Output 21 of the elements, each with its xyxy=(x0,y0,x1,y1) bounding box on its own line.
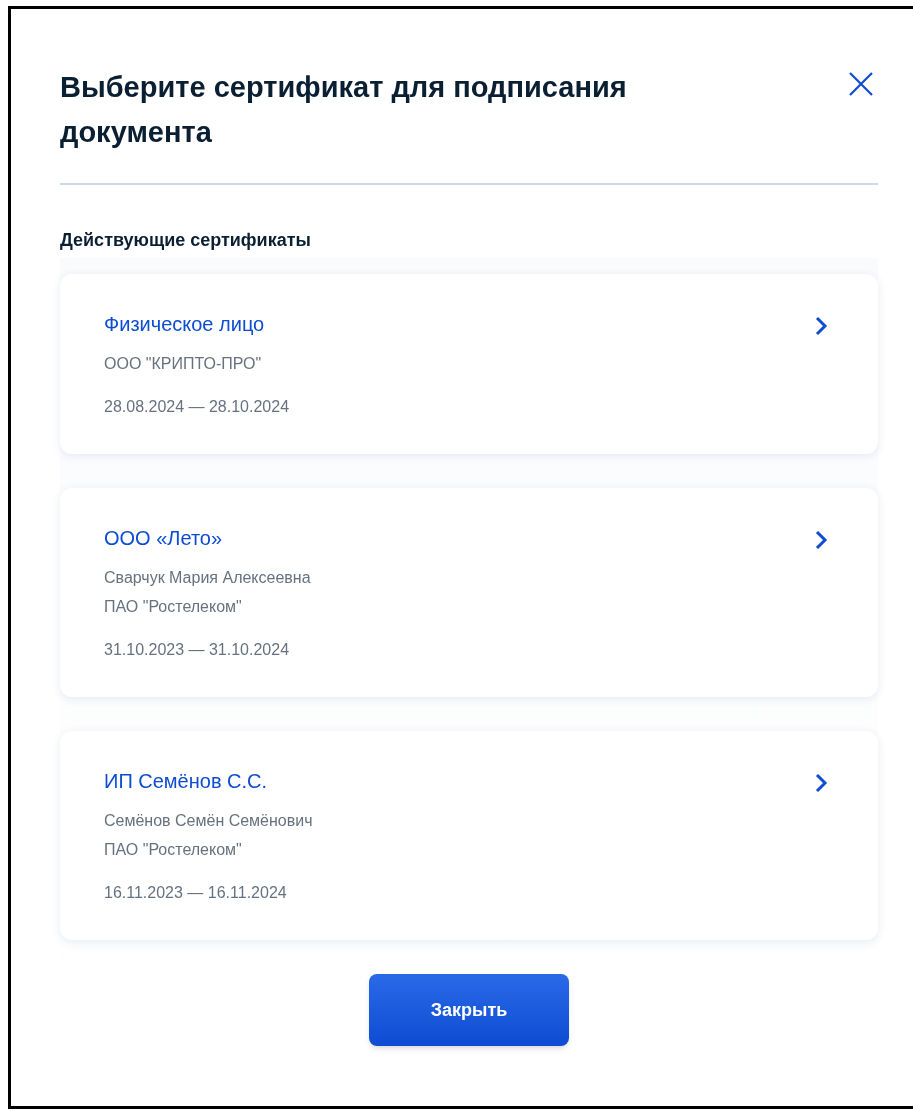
certificate-detail: ПАО "Ростелеком" xyxy=(104,597,243,617)
validity-dates: 16.11.2023 — 16.11.2024 xyxy=(104,883,288,903)
chevron-right-icon xyxy=(814,316,828,336)
close-icon xyxy=(848,71,874,97)
certificate-detail: Семёнов Семён Семёнович xyxy=(104,811,313,831)
chevron-right-icon xyxy=(814,530,828,550)
dialog-title: Выберите сертификат для подписания документа xyxy=(60,70,628,150)
section-heading: Действующие сертификаты xyxy=(60,229,312,252)
certificate-card[interactable]: Физическое лицо ООО "КРИПТО-ПРО" 28.08.2024 — 28.10.2024 xyxy=(60,274,878,454)
certificate-name: ИП Семёнов С.С. xyxy=(104,769,269,793)
close-button[interactable]: Закрыть xyxy=(369,974,569,1046)
certificate-detail: ООО "КРИПТО-ПРО" xyxy=(104,354,263,374)
certificate-card[interactable]: ООО «Лето» Сварчук Мария Алексеевна ПАО "Ростелеком" 31.10.2023 — 31.10.2024 xyxy=(60,488,878,697)
certificate-name: Физическое лицо xyxy=(104,312,266,336)
chevron-right-icon xyxy=(814,773,828,793)
validity-dates: 31.10.2023 — 31.10.2024 xyxy=(104,640,291,660)
certificate-card[interactable]: ИП Семёнов С.С. Семёнов Семён Семёнович ПАО "Ростелеком" 16.11.2023 — 16.11.2024 xyxy=(60,731,878,940)
certificate-detail: ПАО "Ростелеком" xyxy=(104,840,243,860)
certificate-name: ООО «Лето» xyxy=(104,526,224,550)
certificate-detail: Сварчук Мария Алексеевна xyxy=(104,568,311,588)
validity-dates: 28.08.2024 — 28.10.2024 xyxy=(104,397,290,417)
